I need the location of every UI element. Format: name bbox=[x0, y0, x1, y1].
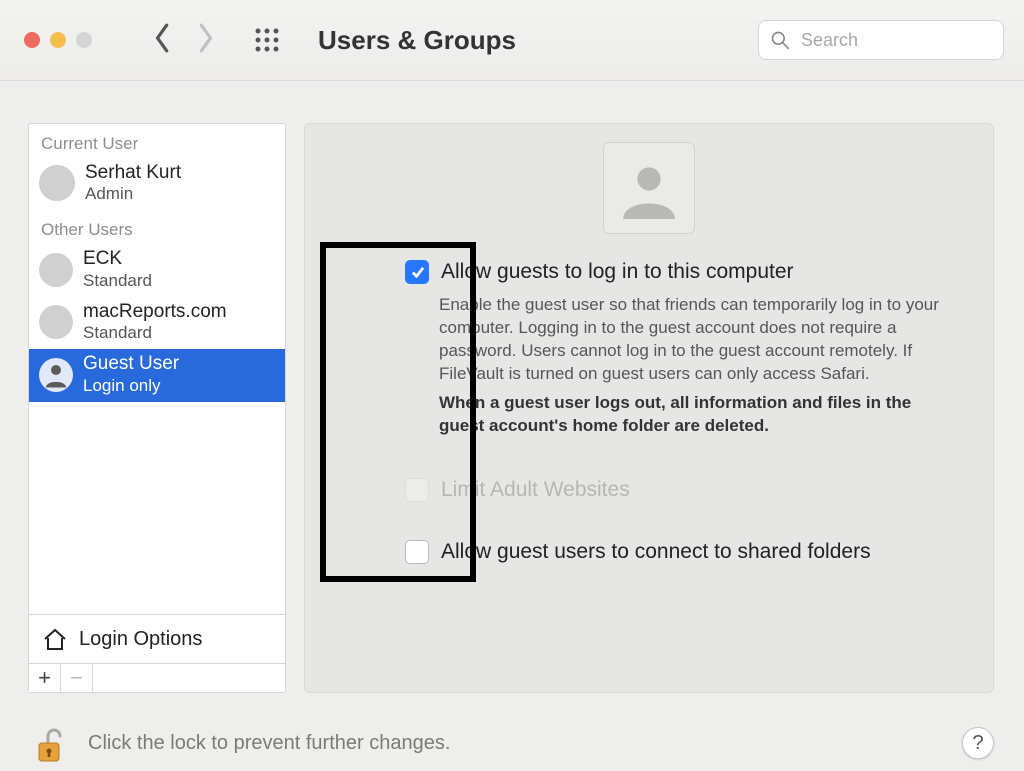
option-label: Allow guests to log in to this computer bbox=[441, 260, 794, 284]
unlocked-padlock-icon bbox=[35, 725, 69, 765]
add-remove-bar: + − bbox=[29, 663, 285, 692]
user-item-current[interactable]: Serhat Kurt Admin bbox=[29, 158, 285, 210]
nav-arrows bbox=[152, 20, 216, 61]
remove-user-button[interactable]: − bbox=[61, 664, 93, 692]
user-role: Login only bbox=[83, 376, 179, 396]
footer: Click the lock to prevent further change… bbox=[0, 693, 1024, 765]
avatar-guest-icon bbox=[39, 358, 73, 392]
minimize-window-button[interactable] bbox=[50, 32, 66, 48]
window-title: Users & Groups bbox=[318, 25, 516, 56]
user-item-macreports[interactable]: macReports.com Standard bbox=[29, 297, 285, 349]
user-name: ECK bbox=[83, 248, 152, 270]
login-options-label: Login Options bbox=[79, 628, 202, 651]
search-input[interactable] bbox=[758, 20, 1004, 60]
option-allow-shared-folders[interactable]: Allow guest users to connect to shared f… bbox=[405, 540, 953, 564]
user-item-eck[interactable]: ECK Standard bbox=[29, 244, 285, 296]
sidebar: Current User Serhat Kurt Admin Other Use… bbox=[28, 123, 286, 693]
avatar-soccer-icon bbox=[39, 165, 75, 201]
annotation-highlight-box bbox=[320, 242, 476, 582]
section-other-users: Other Users bbox=[29, 210, 285, 244]
user-item-guest[interactable]: Guest User Login only bbox=[29, 349, 285, 401]
user-name: macReports.com bbox=[83, 301, 227, 323]
user-role: Standard bbox=[83, 271, 152, 291]
user-role: Standard bbox=[83, 323, 227, 343]
search-wrap bbox=[758, 20, 1004, 60]
option-description: Enable the guest user so that friends ca… bbox=[439, 294, 953, 438]
user-list: Current User Serhat Kurt Admin Other Use… bbox=[29, 124, 285, 614]
user-name: Guest User bbox=[83, 353, 179, 375]
option-limit-adult-websites: Limit Adult Websites bbox=[405, 478, 953, 502]
content: Current User Serhat Kurt Admin Other Use… bbox=[0, 81, 1024, 693]
guest-profile-picture[interactable] bbox=[603, 142, 695, 234]
user-name: Serhat Kurt bbox=[85, 162, 181, 184]
avatar-photo-icon bbox=[39, 253, 73, 287]
login-options-button[interactable]: Login Options bbox=[29, 614, 285, 663]
zoom-window-button[interactable] bbox=[76, 32, 92, 48]
toolbar: Users & Groups bbox=[0, 0, 1024, 81]
forward-button[interactable] bbox=[194, 20, 216, 61]
lock-message: Click the lock to prevent further change… bbox=[88, 732, 948, 755]
help-button[interactable]: ? bbox=[962, 727, 994, 759]
house-icon bbox=[41, 625, 69, 653]
avatar-flower-icon bbox=[39, 305, 73, 339]
option-label: Allow guest users to connect to shared f… bbox=[441, 540, 871, 564]
lock-button[interactable] bbox=[30, 721, 74, 765]
close-window-button[interactable] bbox=[24, 32, 40, 48]
section-current-user: Current User bbox=[29, 124, 285, 158]
window-controls bbox=[16, 32, 92, 48]
show-all-prefs-button[interactable] bbox=[254, 27, 280, 53]
back-button[interactable] bbox=[152, 20, 174, 61]
detail-pane: Allow guests to log in to this computer … bbox=[304, 123, 994, 693]
option-allow-guests-login[interactable]: Allow guests to log in to this computer bbox=[405, 260, 953, 284]
user-role: Admin bbox=[85, 184, 181, 204]
search-icon bbox=[770, 30, 790, 50]
add-user-button[interactable]: + bbox=[29, 664, 61, 692]
